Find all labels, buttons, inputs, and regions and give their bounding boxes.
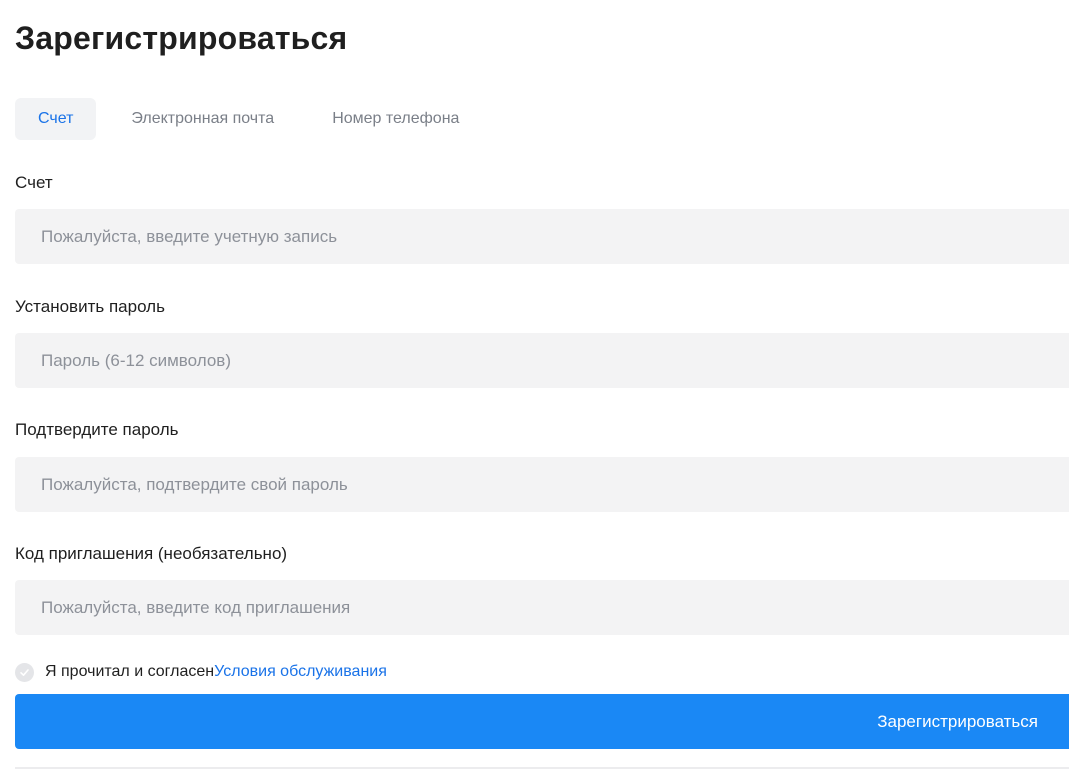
terms-agreement: Я прочитал и согласен Условия обслуживани… bbox=[15, 661, 387, 683]
agree-checkbox[interactable] bbox=[15, 662, 34, 682]
confirm-password-input[interactable] bbox=[15, 457, 1069, 512]
tab-phone[interactable]: Номер телефона bbox=[309, 98, 482, 140]
register-page: Зарегистрироваться Счет Электронная почт… bbox=[0, 0, 1069, 770]
invite-code-input[interactable] bbox=[15, 580, 1069, 635]
account-input[interactable] bbox=[15, 209, 1069, 264]
account-label: Счет bbox=[15, 173, 53, 192]
tab-account[interactable]: Счет bbox=[15, 98, 97, 140]
page-title: Зарегистрироваться bbox=[15, 20, 348, 56]
invite-code-label: Код приглашения (необязательно) bbox=[15, 544, 288, 563]
check-circle-icon bbox=[20, 668, 29, 676]
password-label: Установить пароль bbox=[15, 297, 165, 316]
divider bbox=[15, 767, 1069, 769]
register-button[interactable]: Зарегистрироваться bbox=[15, 694, 1069, 749]
password-input[interactable] bbox=[15, 333, 1069, 388]
tab-email[interactable]: Электронная почта bbox=[108, 98, 297, 140]
register-method-tabs: Счет Электронная почта Номер телефона bbox=[15, 98, 482, 140]
confirm-password-label: Подтвердите пароль bbox=[15, 420, 179, 439]
agreement-text: Я прочитал и согласен bbox=[45, 663, 215, 680]
terms-of-service-link[interactable]: Условия обслуживания bbox=[214, 663, 387, 681]
